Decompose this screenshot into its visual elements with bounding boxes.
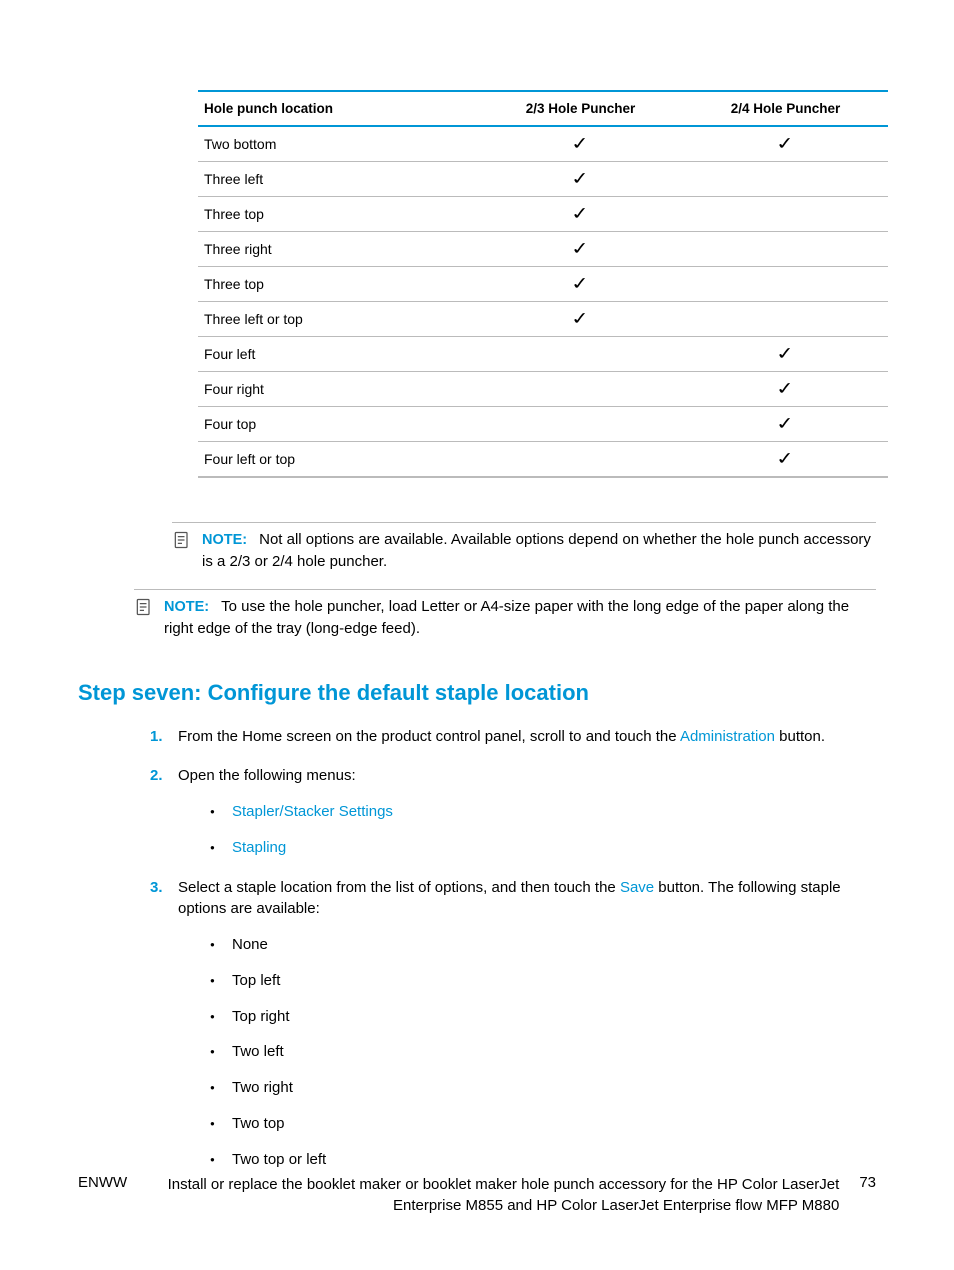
step-2: Open the following menus: Stapler/Stacke… xyxy=(156,765,876,858)
cell-23: ✓ xyxy=(478,126,683,162)
cell-24: ✓ xyxy=(683,337,888,372)
check-icon: ✓ xyxy=(570,238,591,259)
note-text: Not all options are available. Available… xyxy=(202,531,871,570)
footer-center: Install or replace the booklet maker or … xyxy=(167,1174,839,1216)
cell-23: ✓ xyxy=(478,162,683,197)
cell-location: Three top xyxy=(198,267,478,302)
cell-24 xyxy=(683,267,888,302)
cell-location: Four top xyxy=(198,407,478,442)
cell-location: Two bottom xyxy=(198,126,478,162)
list-item: Stapling xyxy=(210,837,876,859)
save-link: Save xyxy=(620,879,654,896)
note-1: NOTE:Not all options are available. Avai… xyxy=(172,522,876,573)
list-item: Top left xyxy=(210,970,876,992)
cell-location: Four left or top xyxy=(198,442,478,478)
steps-list: From the Home screen on the product cont… xyxy=(156,726,876,1171)
th-location: Hole punch location xyxy=(198,91,478,126)
cell-24: ✓ xyxy=(683,407,888,442)
list-item: None xyxy=(210,934,876,956)
table-row: Three right ✓ xyxy=(198,232,888,267)
check-icon: ✓ xyxy=(775,378,796,399)
cell-23 xyxy=(478,372,683,407)
cell-24: ✓ xyxy=(683,126,888,162)
th-24: 2/4 Hole Puncher xyxy=(683,91,888,126)
list-item: Two top xyxy=(210,1113,876,1135)
table-row: Four top ✓ xyxy=(198,407,888,442)
cell-location: Three left or top xyxy=(198,302,478,337)
check-icon: ✓ xyxy=(775,448,796,469)
check-icon: ✓ xyxy=(570,133,591,154)
table-row: Four left ✓ xyxy=(198,337,888,372)
cell-24 xyxy=(683,162,888,197)
table-row: Three left or top ✓ xyxy=(198,302,888,337)
list-item: Two left xyxy=(210,1041,876,1063)
cell-location: Three right xyxy=(198,232,478,267)
step-1: From the Home screen on the product cont… xyxy=(156,726,876,748)
cell-23 xyxy=(478,337,683,372)
cell-24 xyxy=(683,232,888,267)
note-icon xyxy=(134,597,154,617)
list-item: Stapler/Stacker Settings xyxy=(210,801,876,823)
table-row: Four right ✓ xyxy=(198,372,888,407)
cell-23: ✓ xyxy=(478,302,683,337)
check-icon: ✓ xyxy=(570,203,591,224)
table-row: Four left or top ✓ xyxy=(198,442,888,478)
page-footer: ENWW Install or replace the booklet make… xyxy=(78,1174,876,1216)
footer-left: ENWW xyxy=(78,1174,127,1191)
note-label: NOTE: xyxy=(202,532,259,548)
page-number: 73 xyxy=(859,1174,876,1191)
menu-link: Stapling xyxy=(232,839,286,856)
step-seven-heading: Step seven: Configure the default staple… xyxy=(78,680,876,706)
cell-24: ✓ xyxy=(683,442,888,478)
menu-link: Stapler/Stacker Settings xyxy=(232,803,393,820)
note-label: NOTE: xyxy=(164,599,221,615)
check-icon: ✓ xyxy=(775,343,796,364)
table-row: Two bottom ✓ ✓ xyxy=(198,126,888,162)
check-icon: ✓ xyxy=(775,413,796,434)
cell-23: ✓ xyxy=(478,197,683,232)
check-icon: ✓ xyxy=(570,273,591,294)
list-item: Two top or left xyxy=(210,1149,876,1171)
table-row: Three top ✓ xyxy=(198,267,888,302)
check-icon: ✓ xyxy=(570,168,591,189)
table-row: Three left ✓ xyxy=(198,162,888,197)
check-icon: ✓ xyxy=(570,308,591,329)
note-2: NOTE:To use the hole puncher, load Lette… xyxy=(134,589,876,640)
cell-24 xyxy=(683,302,888,337)
cell-location: Four right xyxy=(198,372,478,407)
list-item: Top right xyxy=(210,1006,876,1028)
cell-location: Three left xyxy=(198,162,478,197)
cell-24: ✓ xyxy=(683,372,888,407)
administration-link: Administration xyxy=(680,728,775,745)
check-icon: ✓ xyxy=(775,133,796,154)
cell-location: Four left xyxy=(198,337,478,372)
cell-24 xyxy=(683,197,888,232)
hole-punch-table: Hole punch location 2/3 Hole Puncher 2/4… xyxy=(198,90,888,478)
cell-23 xyxy=(478,442,683,478)
table-row: Three top ✓ xyxy=(198,197,888,232)
step-3: Select a staple location from the list o… xyxy=(156,877,876,1171)
note-text: To use the hole puncher, load Letter or … xyxy=(164,598,849,637)
cell-23: ✓ xyxy=(478,232,683,267)
th-23: 2/3 Hole Puncher xyxy=(478,91,683,126)
list-item: Two right xyxy=(210,1077,876,1099)
cell-23 xyxy=(478,407,683,442)
cell-23: ✓ xyxy=(478,267,683,302)
note-icon xyxy=(172,530,192,550)
cell-location: Three top xyxy=(198,197,478,232)
